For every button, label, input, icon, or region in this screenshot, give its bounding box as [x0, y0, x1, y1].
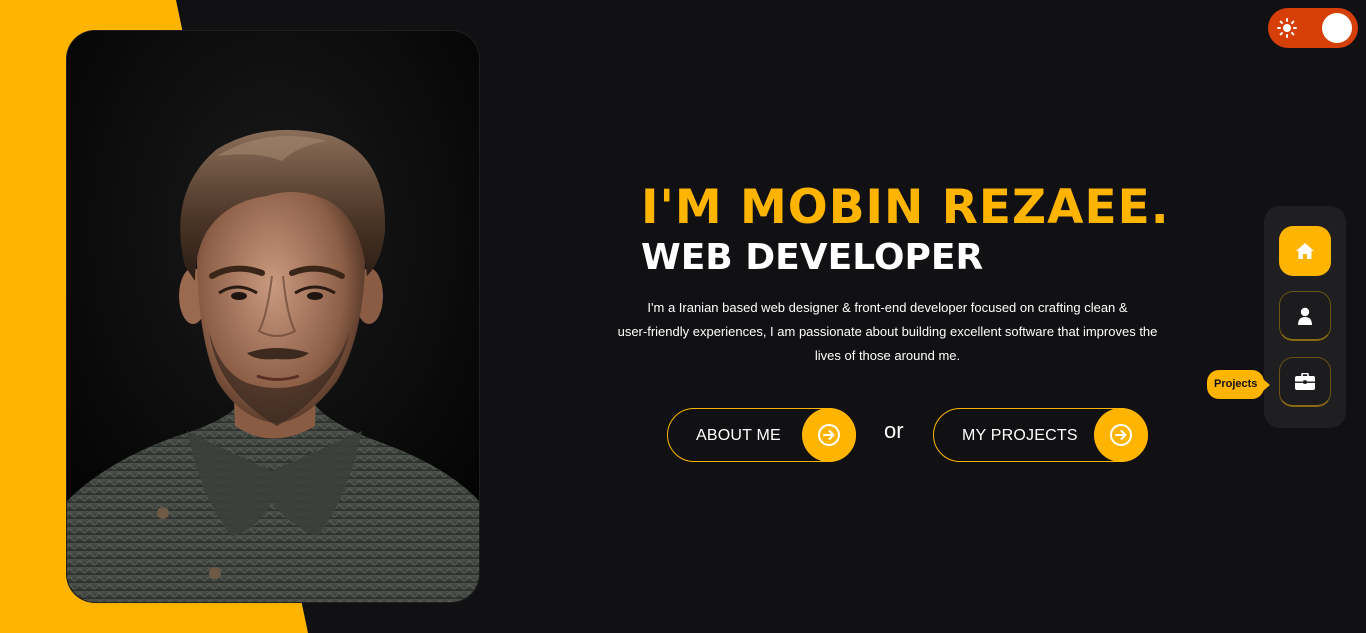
nav-tooltip-projects: Projects: [1207, 370, 1271, 399]
arrow-right-circle-icon: [802, 408, 856, 462]
my-projects-button[interactable]: MY PROJECTS: [933, 408, 1148, 462]
cta-row: ABOUT ME or MY PROJECTS: [667, 408, 1157, 466]
nav-about-button[interactable]: [1279, 291, 1331, 341]
page: I'M MOBIN REZAEE. WEB DEVELOPER I'm a Ir…: [0, 0, 1366, 633]
or-text: or: [884, 418, 904, 443]
hero-section: I'M MOBIN REZAEE. WEB DEVELOPER I'm a Ir…: [600, 178, 1175, 368]
nav-projects-button[interactable]: [1279, 357, 1331, 407]
home-icon: [1296, 243, 1314, 259]
about-me-button[interactable]: ABOUT ME: [667, 408, 856, 462]
hero-subtitle: WEB DEVELOPER: [641, 237, 984, 278]
sun-icon: [1277, 18, 1297, 38]
hero-description-line: I'm a Iranian based web designer & front…: [647, 300, 1128, 315]
toggle-knob: [1322, 13, 1352, 43]
user-icon: [1298, 307, 1312, 325]
theme-toggle[interactable]: [1268, 8, 1358, 48]
side-navigation: [1264, 206, 1346, 428]
portrait-illustration: [67, 31, 479, 602]
hero-title: I'M MOBIN REZAEE.: [641, 180, 1170, 235]
portrait-photo: [67, 31, 479, 602]
nav-home-button[interactable]: [1279, 226, 1331, 276]
briefcase-icon: [1295, 372, 1315, 390]
hero-description-line: lives of those around me.: [814, 348, 961, 363]
hero-description: I'm a Iranian based web designer & front…: [600, 296, 1175, 368]
my-projects-label: MY PROJECTS: [962, 427, 1078, 444]
about-me-label: ABOUT ME: [696, 427, 781, 444]
arrow-right-circle-icon: [1094, 408, 1148, 462]
hero-description-line: user-friendly experiences, I am passiona…: [617, 324, 1158, 339]
